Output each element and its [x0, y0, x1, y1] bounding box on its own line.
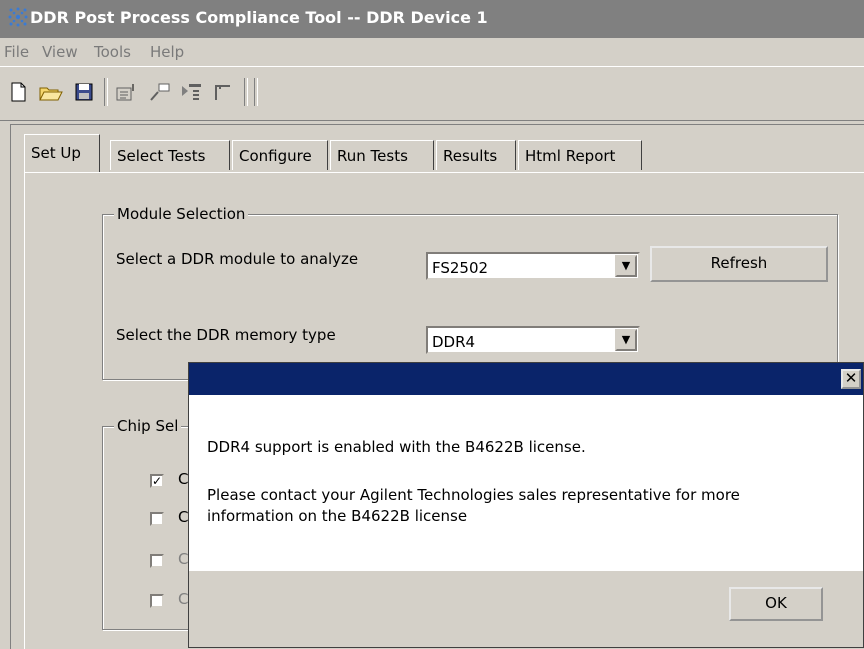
toolbar-separator: [104, 78, 108, 106]
configure-icon[interactable]: [210, 78, 238, 106]
report-icon[interactable]: [112, 78, 140, 106]
toolbar-separator: [254, 78, 258, 106]
menu-bar: File View Tools Help: [0, 38, 864, 67]
chip-checkbox-1[interactable]: ✓: [150, 474, 164, 488]
chevron-down-icon[interactable]: ▼: [615, 255, 637, 277]
tab-select-tests[interactable]: Select Tests: [110, 140, 230, 170]
chip-checkbox-4[interactable]: [150, 594, 164, 608]
dialog-title-bar[interactable]: ✕: [189, 363, 863, 395]
toolbar-separator: [244, 78, 248, 106]
chip-label-2: C: [178, 508, 189, 526]
window-title: DDR Post Process Compliance Tool -- DDR …: [30, 8, 488, 27]
ok-button[interactable]: OK: [729, 587, 823, 621]
module-selection-group: [102, 214, 838, 380]
menu-file[interactable]: File: [4, 43, 29, 61]
tab-configure[interactable]: Configure: [232, 140, 328, 170]
memory-type-dropdown-value: DDR4: [432, 333, 476, 351]
tab-run-tests[interactable]: Run Tests: [330, 140, 434, 170]
dialog-message-line-2: Please contact your Agilent Technologies…: [207, 486, 740, 504]
close-icon[interactable]: ✕: [841, 369, 861, 389]
refresh-button[interactable]: Refresh: [650, 246, 828, 282]
dialog-message-line-1: DDR4 support is enabled with the B4622B …: [207, 438, 586, 456]
window-title-bar[interactable]: DDR Post Process Compliance Tool -- DDR …: [0, 0, 864, 38]
memory-type-dropdown[interactable]: DDR4 ▼: [426, 326, 640, 354]
module-dropdown-value: FS2502: [432, 259, 489, 277]
app-logo-icon: [8, 7, 28, 27]
tab-html-report[interactable]: Html Report: [518, 140, 642, 170]
module-label: Select a DDR module to analyze: [116, 250, 359, 268]
open-folder-icon[interactable]: [36, 78, 64, 106]
chip-label-1: C: [178, 470, 189, 488]
tab-label: Run Tests: [337, 147, 408, 165]
tab-results[interactable]: Results: [436, 140, 516, 170]
menu-help[interactable]: Help: [150, 43, 184, 61]
refresh-button-label: Refresh: [710, 254, 768, 272]
tab-set-up[interactable]: Set Up: [24, 134, 100, 172]
select-tests-icon[interactable]: [178, 78, 206, 106]
module-selection-legend: Module Selection: [114, 205, 249, 223]
chip-checkbox-2[interactable]: [150, 512, 164, 526]
menu-view[interactable]: View: [42, 43, 78, 61]
toolbar: [0, 72, 864, 114]
dialog-message-area: DDR4 support is enabled with the B4622B …: [189, 395, 863, 571]
tab-label: Select Tests: [117, 147, 206, 165]
chip-label-3: C: [178, 550, 189, 568]
chevron-down-icon[interactable]: ▼: [615, 329, 637, 351]
chip-selection-legend: Chip Sel: [114, 417, 182, 435]
ok-button-label: OK: [765, 594, 787, 612]
dialog-message-line-3: information on the B4622B license: [207, 507, 468, 525]
run-icon[interactable]: [146, 78, 174, 106]
chip-label-4: C: [178, 590, 189, 608]
save-icon[interactable]: [70, 78, 98, 106]
tab-label: Html Report: [525, 147, 616, 165]
menu-tools[interactable]: Tools: [94, 43, 131, 61]
new-file-icon[interactable]: [4, 78, 32, 106]
tab-label: Configure: [239, 147, 312, 165]
tab-label: Results: [443, 147, 498, 165]
memory-type-label: Select the DDR memory type: [116, 326, 336, 344]
module-dropdown[interactable]: FS2502 ▼: [426, 252, 640, 280]
chip-checkbox-3[interactable]: [150, 554, 164, 568]
tab-label: Set Up: [31, 144, 81, 162]
license-dialog: ✕ DDR4 support is enabled with the B4622…: [188, 362, 864, 648]
toolbar-divider: [0, 120, 864, 121]
